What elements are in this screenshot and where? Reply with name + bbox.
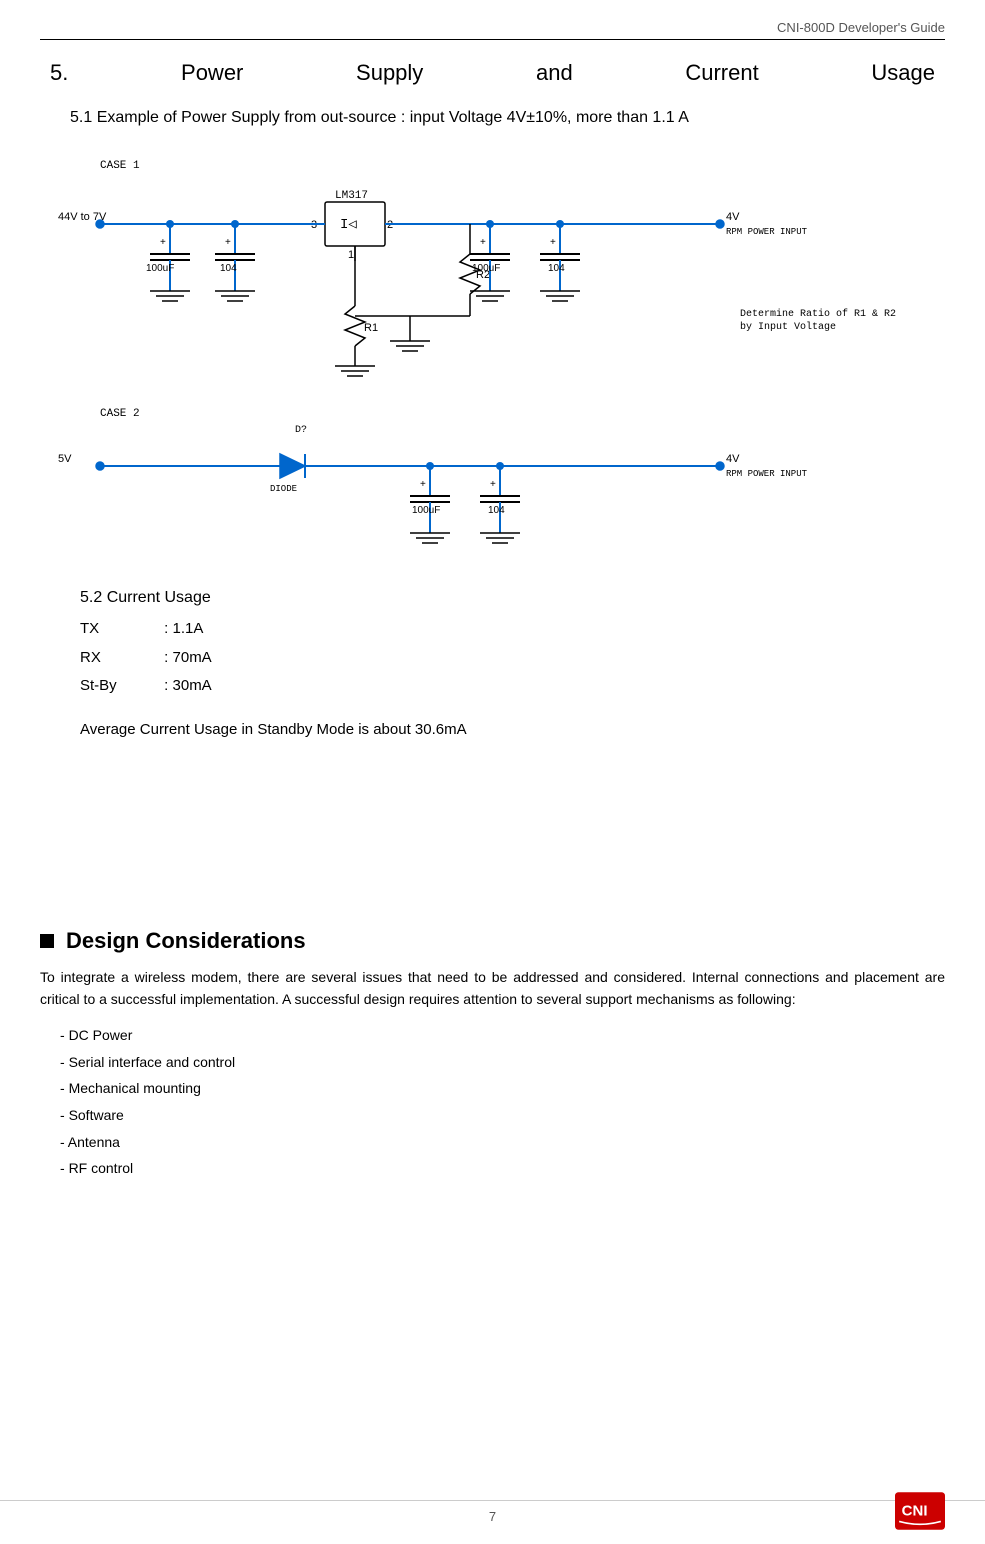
cap5-label: 100uF (412, 505, 440, 516)
case1-label: CASE 1 (100, 160, 140, 172)
cap4-label: 104 (548, 263, 565, 274)
rpm-label2: RPM POWER INPUT (726, 469, 808, 479)
page-number: 7 (489, 1509, 496, 1524)
junction-cap4 (556, 220, 564, 228)
list-item: DC Power (60, 1022, 945, 1049)
subsection-52-title: 5.2 Current Usage (40, 589, 945, 607)
title-usage: Usage (871, 60, 935, 86)
svg-text:+: + (550, 237, 556, 248)
rx-value: : 70mA (164, 644, 212, 673)
subsection-52: 5.2 Current Usage TX : 1.1A RX : 70mA St… (40, 589, 945, 738)
cap1-label: 100uF (146, 263, 174, 274)
stby-value: : 30mA (164, 672, 212, 701)
output-terminal (716, 220, 724, 228)
svg-text:+: + (420, 479, 426, 490)
output-4v-case2 (716, 462, 724, 470)
cap3-label: 100uF (472, 263, 500, 274)
list-item: Antenna (60, 1129, 945, 1156)
svg-text:CNI: CNI (902, 1503, 928, 1520)
rx-label: RX (80, 644, 160, 673)
case2-label: CASE 2 (100, 408, 140, 420)
r1-body (345, 306, 365, 346)
section-5-title: 5. Power Supply and Current Usage (40, 60, 945, 86)
spacer (40, 768, 945, 868)
tx-label: TX (80, 615, 160, 644)
cap2-label: 104 (220, 263, 237, 274)
r1-label: R1 (364, 322, 378, 334)
current-usage-block: TX : 1.1A RX : 70mA St-By : 30mA (40, 615, 945, 701)
design-title: Design Considerations (66, 928, 306, 954)
title-current: Current (685, 60, 758, 86)
circuit-svg: CASE 1 LM317 I◁ 3 2 1 44V to 7V 4V RPM P… (40, 146, 940, 566)
stby-label: St-By (80, 672, 160, 701)
list-item: Software (60, 1102, 945, 1129)
diode-d-label: D? (295, 425, 307, 436)
diode-triangle (280, 454, 305, 478)
design-heading: Design Considerations (40, 928, 945, 954)
header-title: CNI-800D Developer's Guide (777, 20, 945, 35)
input-5v-terminal (96, 462, 104, 470)
svg-text:+: + (480, 237, 486, 248)
cap6-label: 104 (488, 505, 505, 516)
svg-text:+: + (225, 237, 231, 248)
list-item: RF control (60, 1155, 945, 1182)
section-num: 5. (50, 60, 68, 86)
page-container: CNI-800D Developer's Guide 5. Power Supp… (0, 0, 985, 1544)
tx-value: : 1.1A (164, 615, 203, 644)
page-header: CNI-800D Developer's Guide (40, 20, 945, 40)
svg-text:+: + (490, 479, 496, 490)
bullet-icon (40, 934, 54, 948)
list-item: Serial interface and control (60, 1049, 945, 1076)
note-line2: by Input Voltage (740, 321, 836, 333)
4v-case2-label: 4V (726, 453, 740, 465)
design-list: DC Power Serial interface and control Me… (40, 1022, 945, 1182)
lm317-symbol: I◁ (340, 217, 357, 233)
page-footer: 7 (0, 1500, 985, 1524)
stby-row: St-By : 30mA (80, 672, 945, 701)
rpm-label1: RPM POWER INPUT (726, 227, 808, 237)
pin1: 1 (348, 249, 354, 261)
title-power: Power (181, 60, 243, 86)
lm317-label: LM317 (335, 190, 368, 202)
title-and: and (536, 60, 573, 86)
rx-row: RX : 70mA (80, 644, 945, 673)
tx-row: TX : 1.1A (80, 615, 945, 644)
circuit-diagram: CASE 1 LM317 I◁ 3 2 1 44V to 7V 4V RPM P… (40, 146, 945, 569)
design-body-text: To integrate a wireless modem, there are… (40, 966, 945, 1011)
logo-area: CNI (895, 1491, 945, 1534)
cni-logo-svg: CNI (895, 1491, 945, 1531)
subsection-51-title: 5.1 Example of Power Supply from out-sou… (40, 106, 945, 130)
voltage-in-label: 44V to 7V (58, 211, 107, 223)
average-line: Average Current Usage in Standby Mode is… (40, 721, 945, 738)
junction-cap2 (231, 220, 239, 228)
design-section: Design Considerations To integrate a wir… (40, 928, 945, 1182)
5v-label: 5V (58, 453, 72, 465)
list-item: Mechanical mounting (60, 1075, 945, 1102)
diode-label: DIODE (270, 484, 297, 494)
voltage-out-label: 4V (726, 211, 740, 223)
title-supply: Supply (356, 60, 423, 86)
note-line1: Determine Ratio of R1 & R2 (740, 308, 896, 320)
svg-text:+: + (160, 237, 166, 248)
